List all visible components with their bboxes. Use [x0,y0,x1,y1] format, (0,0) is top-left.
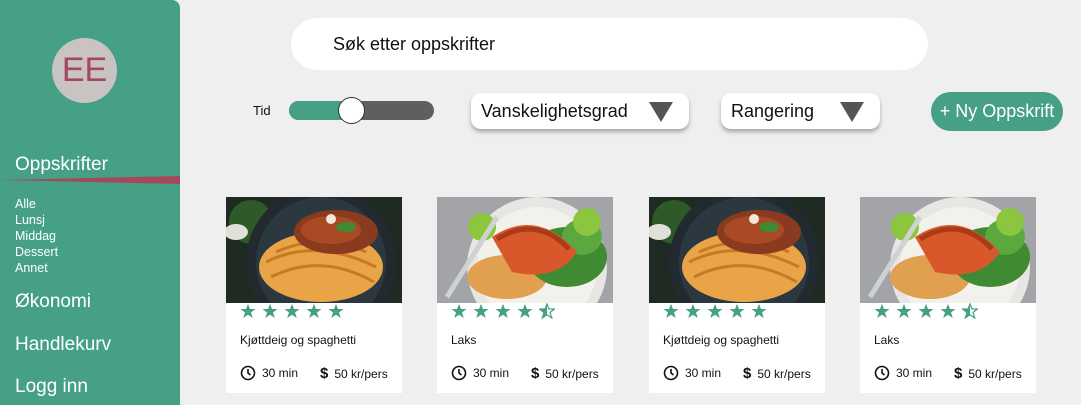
star-icon [729,304,745,318]
recipe-time-value: 30 min [896,366,933,380]
chevron-down-icon [649,102,673,122]
spaghetti-image [649,197,825,303]
star-icon [328,304,344,318]
clock-icon [874,365,890,381]
rating-dropdown-label: Rangering [731,100,815,121]
star-icon [896,304,912,318]
sidebar-subnav: Alle Lunsj Middag Dessert Annet [15,196,58,276]
time-slider-thumb[interactable] [337,97,365,124]
star-icon [262,304,278,318]
star-icon [495,304,511,318]
sidebar-item-handlekurv[interactable]: Handlekurv [15,334,111,356]
dollar-icon: $ [531,365,540,382]
subnav-item-lunsj[interactable]: Lunsj [15,212,58,228]
star-icon [685,304,701,318]
star-icon [707,304,723,318]
rating-stars [451,303,555,323]
recipe-card[interactable]: Laks 30 min $50 kr/pers [860,197,1036,393]
recipe-time: 30 min [663,365,721,381]
recipe-price: $50 kr/pers [531,365,599,382]
dollar-icon: $ [320,365,329,382]
recipe-price-value: 50 kr/pers [757,366,811,381]
spaghetti-image [226,197,402,303]
subnav-item-middag[interactable]: Middag [15,228,58,244]
recipe-time-value: 30 min [262,366,299,380]
star-icon [473,304,489,318]
search-input[interactable] [291,18,928,70]
star-icon [240,304,256,318]
recipe-title: Kjøttdeig og spaghetti [663,333,780,347]
recipe-price: $50 kr/pers [954,365,1022,382]
rating-stars [663,303,767,323]
star-icon [284,304,300,318]
difficulty-dropdown-label: Vanskelighetsgrad [481,100,628,121]
difficulty-dropdown[interactable]: Vanskelighetsgrad [471,93,689,129]
recipe-price: $50 kr/pers [743,365,811,382]
star-icon [306,304,322,318]
recipe-time: 30 min [874,365,932,381]
recipe-card[interactable]: Kjøttdeig og spaghetti 30 min $50 kr/pers [226,197,402,393]
star-icon [918,304,934,318]
recipe-card[interactable]: Kjøttdeig og spaghetti 30 min $50 kr/pers [649,197,825,393]
clock-icon [451,365,467,381]
star-half-icon [539,303,555,319]
recipe-price-value: 50 kr/pers [968,366,1022,381]
dollar-icon: $ [743,365,752,382]
sidebar-item-logg-inn[interactable]: Logg inn [15,376,88,398]
sidebar-item-oppskrifter[interactable]: Oppskrifter [15,154,108,176]
recipe-price-value: 50 kr/pers [334,366,388,381]
recipe-title: Laks [874,333,900,347]
star-half-icon [962,303,978,319]
recipe-price-value: 50 kr/pers [545,366,599,381]
clock-icon [663,365,679,381]
subnav-item-annet[interactable]: Annet [15,260,58,276]
rating-stars [240,303,344,323]
star-icon [451,304,467,318]
recipe-price: $50 kr/pers [320,365,388,382]
sidebar-item-okonomi[interactable]: Økonomi [15,291,91,313]
star-icon [663,304,679,318]
active-indicator [0,176,180,184]
rating-stars [874,303,978,323]
recipe-time-value: 30 min [685,366,722,380]
new-recipe-button[interactable]: + Ny Oppskrift [931,92,1063,131]
time-filter-label: Tid [253,103,271,118]
salmon-image [860,197,1036,303]
clock-icon [240,365,256,381]
sidebar: EE Oppskrifter Alle Lunsj Middag Dessert… [0,0,180,405]
star-icon [517,304,533,318]
recipe-card[interactable]: Laks 30 min $50 kr/pers [437,197,613,393]
star-icon [751,304,767,318]
recipe-time: 30 min [240,365,298,381]
rating-dropdown[interactable]: Rangering [721,93,880,129]
star-icon [874,304,890,318]
recipe-time-value: 30 min [473,366,510,380]
subnav-item-dessert[interactable]: Dessert [15,244,58,260]
salmon-image [437,197,613,303]
avatar[interactable]: EE [52,38,117,103]
chevron-down-icon [840,102,864,122]
subnav-item-alle[interactable]: Alle [15,196,58,212]
dollar-icon: $ [954,365,963,382]
recipe-title: Kjøttdeig og spaghetti [240,333,357,347]
recipe-title: Laks [451,333,477,347]
star-icon [940,304,956,318]
recipe-time: 30 min [451,365,509,381]
